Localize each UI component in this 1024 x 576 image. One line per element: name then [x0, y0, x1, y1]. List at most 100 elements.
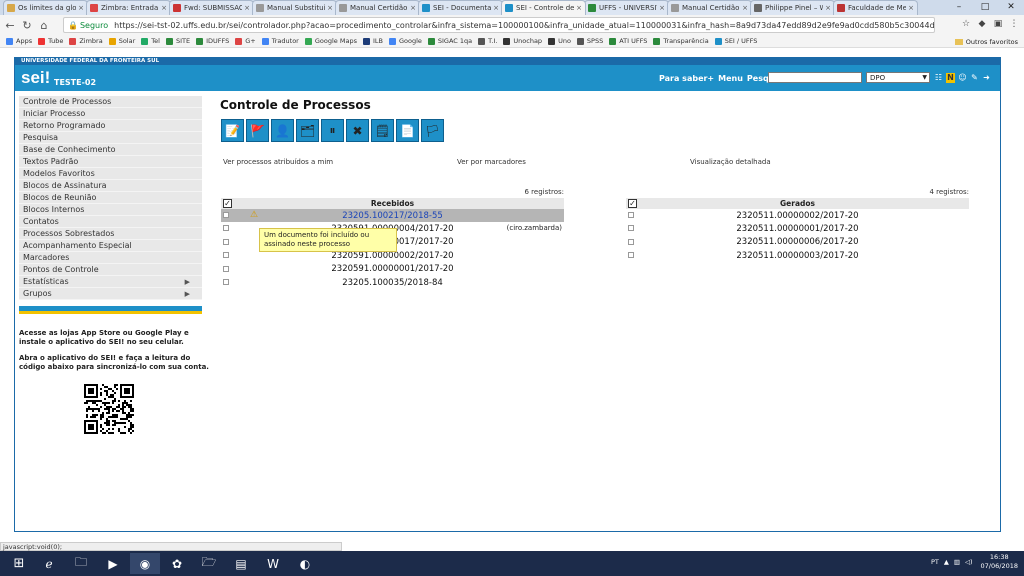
row-checkbox[interactable]: [223, 225, 229, 232]
reload-icon[interactable]: ↻: [20, 19, 34, 32]
menu-item[interactable]: Iniciar Processo: [19, 108, 202, 120]
minimize-icon[interactable]: –: [946, 0, 972, 15]
close-icon[interactable]: ×: [493, 4, 499, 12]
exit-icon[interactable]: ➜: [982, 73, 991, 83]
saber-mais-link[interactable]: Para saber+: [659, 74, 714, 83]
pause-icon[interactable]: ⏸: [321, 119, 344, 142]
close-icon[interactable]: ×: [659, 4, 665, 12]
browser-tab[interactable]: Philippe Pinel – W ×: [750, 0, 835, 15]
assigned-link[interactable]: Ver processos atribuídos a mim: [223, 158, 457, 166]
chrome-icon[interactable]: ◉: [130, 553, 160, 574]
menu-item[interactable]: Contatos: [19, 216, 202, 228]
browser-tab[interactable]: Manual Certidão ×: [335, 0, 420, 15]
menu-item[interactable]: Grupos ▶: [19, 288, 202, 300]
new-document-icon[interactable]: 📄: [396, 119, 419, 142]
close-icon[interactable]: ×: [244, 4, 250, 12]
browser-tab[interactable]: Fwd: SUBMISSÃO ×: [169, 0, 254, 15]
row-checkbox[interactable]: [223, 212, 229, 218]
close-icon[interactable]: ×: [78, 4, 84, 12]
process-number-link[interactable]: 2320591.00000001/2017-20: [221, 264, 564, 274]
menu-item[interactable]: Marcadores: [19, 252, 202, 264]
process-number-link[interactable]: 2320511.00000002/2017-20: [626, 211, 969, 221]
annotation-icon[interactable]: 🗒: [371, 119, 394, 142]
assign-icon[interactable]: 👤: [271, 119, 294, 142]
row-checkbox[interactable]: [223, 278, 229, 285]
browser-tab[interactable]: UFFS - UNIVERSIT ×: [584, 0, 669, 15]
browser-tab[interactable]: Faculdade de Me ×: [833, 0, 918, 15]
row-checkbox[interactable]: [223, 265, 229, 272]
menu-link[interactable]: Menu: [718, 74, 743, 83]
process-number-link[interactable]: 2320511.00000006/2017-20: [626, 237, 969, 247]
browser-tab[interactable]: SEI - Documenta ×: [418, 0, 503, 15]
close-icon[interactable]: ×: [161, 4, 167, 12]
explorer-icon[interactable]: 🗀: [66, 553, 96, 574]
row-checkbox[interactable]: [223, 238, 229, 245]
new-icon[interactable]: N: [946, 73, 955, 83]
select-all-checkbox[interactable]: ✓: [223, 199, 232, 208]
menu-icon[interactable]: ⋮: [1008, 18, 1020, 30]
marker-icon[interactable]: 🏳: [421, 119, 444, 142]
user-icon[interactable]: ☺: [958, 73, 967, 83]
notes-icon[interactable]: ▤: [226, 553, 256, 574]
firefox-icon[interactable]: ◐: [290, 553, 320, 574]
close-icon[interactable]: ×: [576, 4, 582, 12]
word-icon[interactable]: W: [258, 553, 288, 574]
other-bookmarks[interactable]: Outros favoritos: [954, 35, 1018, 48]
menu-item[interactable]: Estatísticas ▶: [19, 276, 202, 288]
close-icon[interactable]: ×: [825, 4, 831, 12]
clock[interactable]: 16:38 07/06/2018: [981, 553, 1018, 571]
browser-tab[interactable]: Manual Substituiç ×: [252, 0, 337, 15]
bookmark-item[interactable]: SPSS: [576, 37, 603, 45]
bookmark-item[interactable]: G+: [235, 37, 256, 45]
process-number-link[interactable]: 2320591.00000002/2017-20: [221, 251, 564, 261]
menu-item[interactable]: Retorno Programado: [19, 120, 202, 132]
bookmark-item[interactable]: Zimbra: [69, 37, 103, 45]
unit-select[interactable]: DPO ▼: [866, 72, 930, 83]
bookmark-item[interactable]: Apps: [6, 37, 32, 45]
row-checkbox[interactable]: [628, 225, 634, 232]
process-number-link[interactable]: 23205.100035/2018-84: [221, 278, 564, 288]
menu-item[interactable]: Blocos de Reunião: [19, 192, 202, 204]
close-icon[interactable]: ×: [908, 4, 914, 12]
conclude-icon[interactable]: ✖: [346, 119, 369, 142]
bookmark-item[interactable]: Google: [388, 37, 422, 45]
menu-item[interactable]: Modelos Favoritos: [19, 168, 202, 180]
back-icon[interactable]: ←: [3, 19, 17, 32]
ie-icon[interactable]: ℯ: [34, 553, 64, 574]
bookmark-item[interactable]: Tel: [141, 37, 160, 45]
print-icon[interactable]: 🗂: [296, 119, 319, 142]
process-number-link[interactable]: 23205.100217/2018-55: [221, 211, 564, 221]
register-icon[interactable]: 📝: [221, 119, 244, 142]
send-process-icon[interactable]: 🚩: [246, 119, 269, 142]
menu-item[interactable]: Processos Sobrestados: [19, 228, 202, 240]
language-indicator[interactable]: PT: [931, 558, 939, 566]
select-all-checkbox[interactable]: ✓: [628, 199, 637, 208]
menu-item[interactable]: Blocos de Assinatura: [19, 180, 202, 192]
bookmark-item[interactable]: Tradutor: [261, 37, 299, 45]
bookmark-item[interactable]: SITE: [165, 37, 190, 45]
start-icon[interactable]: ⊞: [4, 553, 34, 574]
process-number-link[interactable]: 2320511.00000001/2017-20: [626, 224, 969, 234]
app-icon[interactable]: ✿: [162, 553, 192, 574]
wrench-icon[interactable]: ✎: [970, 73, 979, 83]
menu-item[interactable]: Textos Padrão: [19, 156, 202, 168]
bookmark-item[interactable]: Transparência: [653, 37, 709, 45]
bookmark-item[interactable]: ILB: [362, 37, 383, 45]
bookmark-item[interactable]: SEI / UFFS: [714, 37, 757, 45]
menu-item[interactable]: Blocos Internos: [19, 204, 202, 216]
bookmark-item[interactable]: T.I.: [478, 37, 497, 45]
close-icon[interactable]: ×: [742, 4, 748, 12]
browser-tab[interactable]: Os limites da glob ×: [3, 0, 88, 15]
browser-tab[interactable]: Manual Certidão ×: [667, 0, 752, 15]
bookmark-item[interactable]: ATI UFFS: [609, 37, 647, 45]
menu-item[interactable]: Base de Conhecimento: [19, 144, 202, 156]
url-input[interactable]: 🔒 Seguro https://sei-tst-02.uffs.edu.br/…: [63, 17, 935, 33]
menu-item[interactable]: Pontos de Controle: [19, 264, 202, 276]
arrow-up-icon[interactable]: ▲: [944, 558, 949, 566]
sei-logo[interactable]: sei!: [21, 68, 50, 88]
folder-icon[interactable]: 🗁: [194, 553, 224, 574]
bookmark-item[interactable]: Google Maps: [304, 37, 357, 45]
menu-item[interactable]: Pesquisa: [19, 132, 202, 144]
flag-icon[interactable]: ▣: [992, 18, 1004, 30]
network-icon[interactable]: ▥: [954, 558, 960, 566]
